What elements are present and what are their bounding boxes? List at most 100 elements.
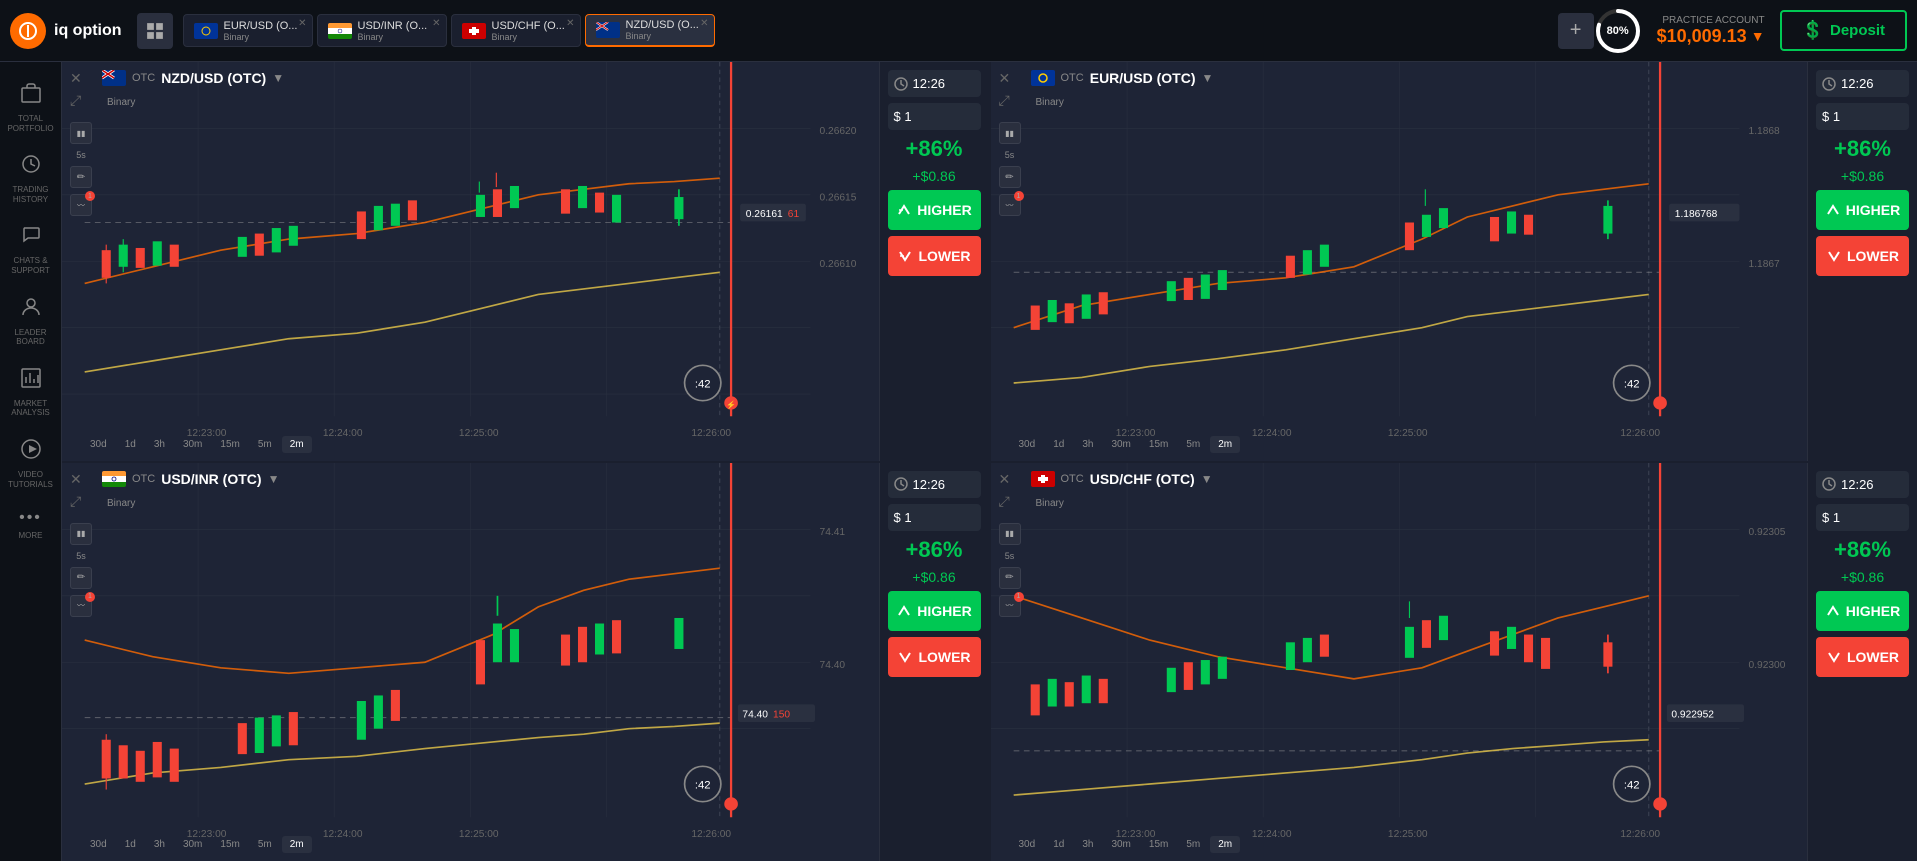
chart-header-nzdusd: OTC NZD/USD (OTC) ▼ [102,70,284,86]
tf-2m-chart2[interactable]: 2m [1210,436,1240,453]
tf-30d-chart4[interactable]: 30d [1011,836,1044,853]
svg-text:12:25:00: 12:25:00 [1387,829,1427,840]
tab-close-usdchf[interactable]: ✕ [566,18,574,29]
sidebar: TOTALPORTFOLIO TRADINGHISTORY CHATS &SUP… [0,62,62,861]
add-chart-button[interactable]: + [1558,13,1594,49]
grid-view-button[interactable] [137,13,173,49]
sidebar-item-analysis[interactable]: MARKETANALYSIS [0,357,61,428]
tab-usdchf[interactable]: ✕ USD/CHF (O... Binary [451,14,581,47]
tf-15m-chart4[interactable]: 15m [1141,836,1176,853]
sidebar-item-portfolio[interactable]: TOTALPORTFOLIO [0,72,61,143]
progress-ring[interactable]: 80% [1594,7,1642,55]
chart3-dropdown[interactable]: ▼ [268,472,280,486]
higher-button-eurusd[interactable]: HIGHER [1816,190,1909,230]
chart-tabs: ✕ EUR/USD (O... Binary ✕ [183,14,1553,47]
history-label: TRADINGHISTORY [13,185,49,204]
sidebar-item-more[interactable]: ••• MORE [0,499,61,551]
chart1-candle-tool[interactable]: ▮▮ [70,122,92,144]
top-bar: iq option ✕ EUR/USD (O... Binary ✕ [0,0,1917,62]
tf-1d-chart3[interactable]: 1d [117,836,144,853]
svg-text:0.92305: 0.92305 [1748,527,1785,538]
sidebar-item-leaderboard[interactable]: LEADERBOARD [0,286,61,357]
tf-15m-chart1[interactable]: 15m [212,436,247,453]
sidebar-item-history[interactable]: TRADINGHISTORY [0,143,61,214]
tf-2m-chart3[interactable]: 2m [282,836,312,853]
chart4-expand[interactable]: ⤢ [999,493,1010,510]
trade-amount-usdchf[interactable]: $ 1 [1816,504,1909,531]
account-info: PRACTICE ACCOUNT $10,009.13 ▼ [1657,15,1765,47]
tf-15m-chart3[interactable]: 15m [212,836,247,853]
chart2-otc-badge: OTC [1061,72,1084,84]
chart4-indicator-tool[interactable]: 〰 1 [999,595,1021,617]
tf-5m-chart1[interactable]: 5m [250,436,280,453]
chart-close-usdinr[interactable]: ✕ [70,471,82,488]
chart1-dropdown[interactable]: ▼ [272,71,284,85]
trade-amount-nzdusd[interactable]: $ 1 [888,103,981,130]
higher-button-usdinr[interactable]: HIGHER [888,591,981,631]
svg-text:12:24:00: 12:24:00 [323,829,363,840]
lower-button-usdinr[interactable]: LOWER [888,637,981,677]
chart2-candle-tool[interactable]: ▮▮ [999,122,1021,144]
tf-5m-chart3[interactable]: 5m [250,836,280,853]
tf-3h-chart3[interactable]: 3h [146,836,173,853]
tf-30d-chart3[interactable]: 30d [82,836,115,853]
tf-1d-chart2[interactable]: 1d [1045,436,1072,453]
tf-3h-chart2[interactable]: 3h [1074,436,1101,453]
chart4-otc-badge: OTC [1061,473,1084,485]
tf-3h-chart4[interactable]: 3h [1074,836,1101,853]
chart4-dropdown[interactable]: ▼ [1201,472,1213,486]
tf-30d-chart2[interactable]: 30d [1011,436,1044,453]
tab-usdinr[interactable]: ✕ USD/INR (O... Binary [317,14,447,47]
lower-button-nzdusd[interactable]: LOWER [888,236,981,276]
chart2-pen-tool[interactable]: ✏ [999,166,1021,188]
sidebar-item-chats[interactable]: CHATS &SUPPORT [0,214,61,285]
chart1-indicator-tool[interactable]: 〰 1 [70,194,92,216]
chart3-candle-tool[interactable]: ▮▮ [70,523,92,545]
chart2-svg: :42 1.186768 1.1868 1.1867 12:23:00 12:2… [991,62,1808,461]
higher-button-nzdusd[interactable]: HIGHER [888,190,981,230]
chart2-indicator-tool[interactable]: 〰 1 [999,194,1021,216]
tf-1d-chart4[interactable]: 1d [1045,836,1072,853]
account-dropdown[interactable]: PRACTICE ACCOUNT $10,009.13 ▼ [1657,15,1765,47]
leaderboard-label: LEADERBOARD [14,328,46,347]
chart-area-eurusd: ✕ OTC EUR/USD (OTC) ▼ Binary ⤢ ▮▮ 5s [991,62,1808,461]
tab-close-nzdusd[interactable]: ✕ [700,18,708,29]
chart3-indicator-tool[interactable]: 〰 1 [70,595,92,617]
tf-15m-chart2[interactable]: 15m [1141,436,1176,453]
deposit-button[interactable]: 💲 Deposit [1780,10,1907,51]
lower-button-usdchf[interactable]: LOWER [1816,637,1909,677]
chart4-pen-tool[interactable]: ✏ [999,567,1021,589]
chart3-pen-tool[interactable]: ✏ [70,567,92,589]
chart-close-usdchf[interactable]: ✕ [999,471,1011,488]
lower-button-eurusd[interactable]: LOWER [1816,236,1909,276]
logo: iq option [10,13,122,49]
tf-30m-chart1[interactable]: 30m [175,436,210,453]
tf-2m-chart4[interactable]: 2m [1210,836,1240,853]
tab-close-eurusd[interactable]: ✕ [298,18,306,29]
tf-3h-chart1[interactable]: 3h [146,436,173,453]
tf-30m-chart2[interactable]: 30m [1103,436,1138,453]
chart1-pen-tool[interactable]: ✏ [70,166,92,188]
sidebar-item-tutorials[interactable]: VIDEOTUTORIALS [0,428,61,499]
tf-1d-chart1[interactable]: 1d [117,436,144,453]
chart-close-nzdusd[interactable]: ✕ [70,70,82,87]
tf-30d-chart1[interactable]: 30d [82,436,115,453]
tf-30m-chart4[interactable]: 30m [1103,836,1138,853]
tab-nzdusd[interactable]: ✕ NZD/USD (O... Binary [585,14,715,47]
chart-close-eurusd[interactable]: ✕ [999,70,1011,87]
higher-button-usdchf[interactable]: HIGHER [1816,591,1909,631]
chart1-expand[interactable]: ⤢ [70,92,81,109]
tab-info-eurusd: EUR/USD (O... Binary [224,20,298,42]
tab-eurusd[interactable]: ✕ EUR/USD (O... Binary [183,14,313,47]
tf-30m-chart3[interactable]: 30m [175,836,210,853]
chart2-expand[interactable]: ⤢ [999,92,1010,109]
trade-amount-eurusd[interactable]: $ 1 [1816,103,1909,130]
tf-5m-chart2[interactable]: 5m [1178,436,1208,453]
chart4-candle-tool[interactable]: ▮▮ [999,523,1021,545]
trade-amount-usdinr[interactable]: $ 1 [888,504,981,531]
chart2-dropdown[interactable]: ▼ [1202,71,1214,85]
tf-5m-chart4[interactable]: 5m [1178,836,1208,853]
chart3-expand[interactable]: ⤢ [70,493,81,510]
tab-close-usdinr[interactable]: ✕ [432,18,440,29]
tf-2m-chart1[interactable]: 2m [282,436,312,453]
